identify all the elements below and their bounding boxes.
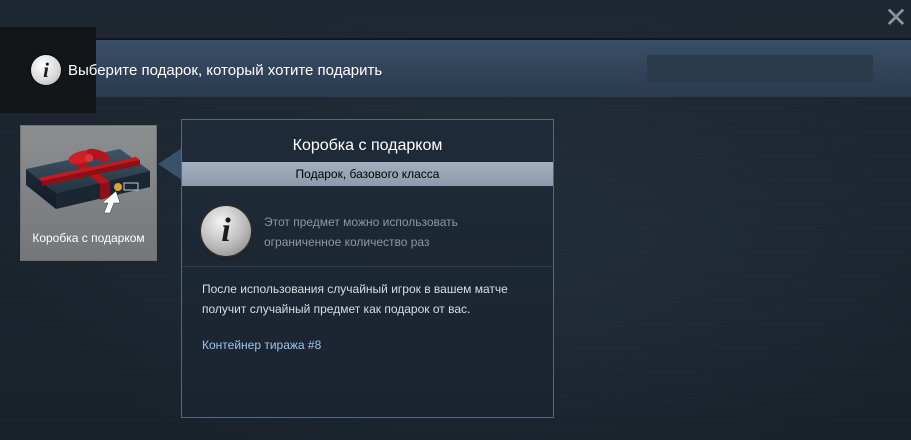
collection-link[interactable]: Контейнер тиража #8 <box>202 338 321 352</box>
info-icon: i <box>31 55 61 85</box>
info-icon: i <box>201 206 251 256</box>
description-line: После использования случайный игрок в ва… <box>202 282 508 296</box>
item-tooltip: Коробка с подарком Подарок, базового кла… <box>181 119 554 418</box>
tooltip-title: Коробка с подарком <box>292 137 443 154</box>
gift-box-image <box>26 148 150 214</box>
tooltip-pointer <box>158 148 182 180</box>
rarity-badge: Подарок, базового класса <box>182 162 553 186</box>
gift-item-label: Коробка с подарком <box>32 231 145 245</box>
item-description: После использования случайный игрок в ва… <box>202 279 542 319</box>
gift-item-card[interactable]: Коробка с подарком <box>20 125 157 261</box>
gift-selection-screen: ✕ i Выберите подарок, который хотите под… <box>0 0 911 440</box>
header-title: Выберите подарок, который хотите подарит… <box>68 62 383 79</box>
usage-note: Этот предмет можно использовать ограниче… <box>264 212 524 252</box>
header-right-panel <box>647 55 873 82</box>
description-line: получит случайный предмет как подарок от… <box>202 302 471 316</box>
usage-note-line: ограниченное количество раз <box>264 235 430 249</box>
close-icon[interactable]: ✕ <box>884 4 908 32</box>
usage-note-line: Этот предмет можно использовать <box>264 215 458 229</box>
tooltip-divider <box>182 266 553 267</box>
